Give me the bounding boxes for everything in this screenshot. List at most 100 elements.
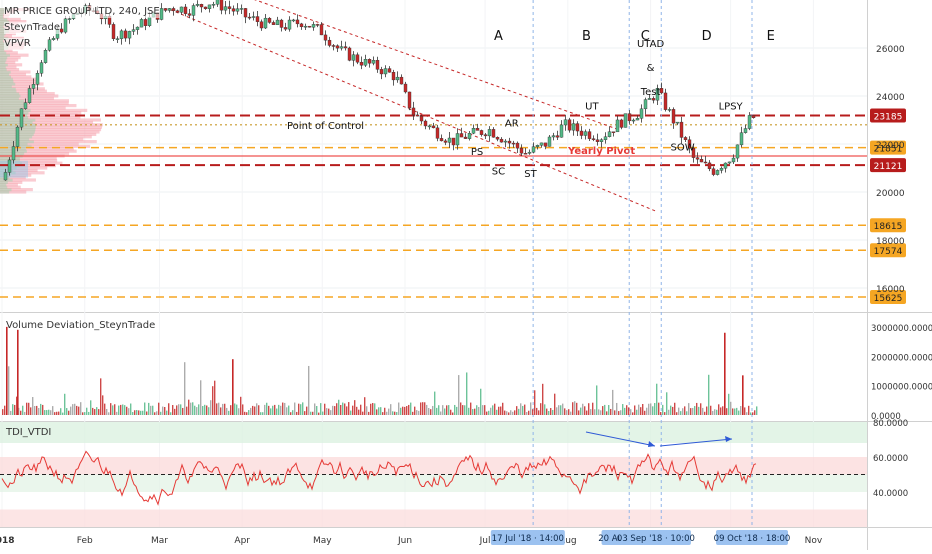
volume-bar <box>224 403 226 415</box>
volume-bar <box>262 412 264 415</box>
volume-bar <box>298 403 300 415</box>
wyckoff-label: UTAD <box>637 39 664 50</box>
time-tick: Feb <box>77 536 93 546</box>
volume-bar <box>744 407 746 415</box>
volume-bar <box>748 405 750 415</box>
volume-bar <box>382 412 384 415</box>
candle-body <box>307 25 312 28</box>
volume-bar <box>292 410 294 415</box>
tdi-band <box>0 474 867 492</box>
volume-bar <box>208 407 210 415</box>
candle-body <box>531 146 536 153</box>
candle-body <box>115 38 120 40</box>
candle-body <box>7 159 12 173</box>
volume-bar <box>610 408 612 415</box>
trading-chart-window: 23185 21851 21121 18615 17574 15625 Point of C… <box>0 0 932 550</box>
volume-bar <box>734 408 736 415</box>
volume-bar <box>300 404 302 415</box>
candle-body <box>663 92 668 110</box>
volume-bar <box>256 403 258 415</box>
volume-bar <box>400 407 402 415</box>
tdi-band <box>0 509 867 527</box>
candle-body <box>739 132 744 146</box>
volume-bar <box>658 402 660 415</box>
candle-body <box>351 54 356 61</box>
volume-bar <box>730 401 732 415</box>
chart-canvas[interactable]: 231852185121121186151757415625Point of C… <box>0 0 932 550</box>
candle-body <box>591 138 596 140</box>
volume-bar <box>354 400 356 415</box>
volume-bar <box>428 407 430 415</box>
volume-bar <box>238 408 240 415</box>
volume-bar <box>688 403 690 415</box>
candle-body <box>747 115 752 129</box>
volume-bar <box>516 406 518 415</box>
candle-body <box>451 137 456 146</box>
volume-bar <box>216 403 218 415</box>
candle-body <box>259 21 264 29</box>
volume-bar <box>644 410 646 415</box>
volume-bar <box>336 403 338 415</box>
volume-bar <box>664 412 666 415</box>
volume-bar <box>286 407 288 415</box>
volume-bar <box>750 412 752 415</box>
volume-bar <box>166 410 168 415</box>
volume-bar <box>596 385 598 415</box>
indicator-label: VPVR <box>4 38 31 50</box>
volume-bar <box>612 389 614 415</box>
volume-bar <box>736 407 738 415</box>
candle-body <box>631 119 636 122</box>
volume-bar <box>504 410 506 415</box>
volume-pane-title: Volume Deviation_SteynTrade <box>6 320 156 331</box>
volume-bar <box>648 403 650 415</box>
candle-body <box>379 69 384 75</box>
candle-body <box>11 146 16 161</box>
phase-label: D <box>702 29 712 44</box>
volume-tick: 1000000.0000 <box>871 383 932 393</box>
volume-bar <box>534 390 536 415</box>
volume-bar <box>450 409 452 415</box>
volume-bar <box>418 410 420 415</box>
wyckoff-label: Test <box>640 87 661 98</box>
volume-bar <box>440 411 442 415</box>
candle-body <box>459 133 464 138</box>
volume-bar <box>314 403 316 415</box>
volume-bar <box>378 407 380 415</box>
volume-bar <box>556 407 558 415</box>
volume-bar <box>106 408 108 415</box>
volume-bar <box>278 404 280 415</box>
volume-bar <box>384 407 386 415</box>
volume-bar <box>398 402 400 415</box>
volume-bar <box>90 400 92 415</box>
candle-body <box>431 125 436 129</box>
candle-body <box>171 8 176 11</box>
volume-bar <box>552 409 554 415</box>
volume-bar <box>230 405 232 415</box>
volume-bar <box>422 402 424 415</box>
time-tick: Apr <box>234 536 250 546</box>
candle-body <box>615 119 620 133</box>
candle-body <box>567 119 572 131</box>
volume-bar <box>34 406 36 415</box>
candle-body <box>647 98 652 100</box>
volume-bar <box>220 407 222 415</box>
candle-body <box>707 162 712 169</box>
price-tick: 16000 <box>876 285 905 295</box>
candle-body <box>607 131 612 137</box>
volume-bar <box>710 405 712 415</box>
volume-bar <box>590 409 592 415</box>
volume-bar <box>692 407 694 415</box>
candle-body <box>463 136 468 139</box>
candle-body <box>291 19 296 22</box>
volume-bar <box>180 404 182 415</box>
candle-body <box>319 24 324 36</box>
volume-bar <box>532 409 534 415</box>
volume-bar <box>192 402 194 415</box>
candle-body <box>167 8 172 11</box>
candle-body <box>527 151 532 154</box>
volume-bar <box>404 406 406 415</box>
candle-body <box>503 140 508 143</box>
volume-bar <box>566 410 568 415</box>
volume-bar <box>40 403 42 415</box>
volume-bar <box>80 402 82 415</box>
